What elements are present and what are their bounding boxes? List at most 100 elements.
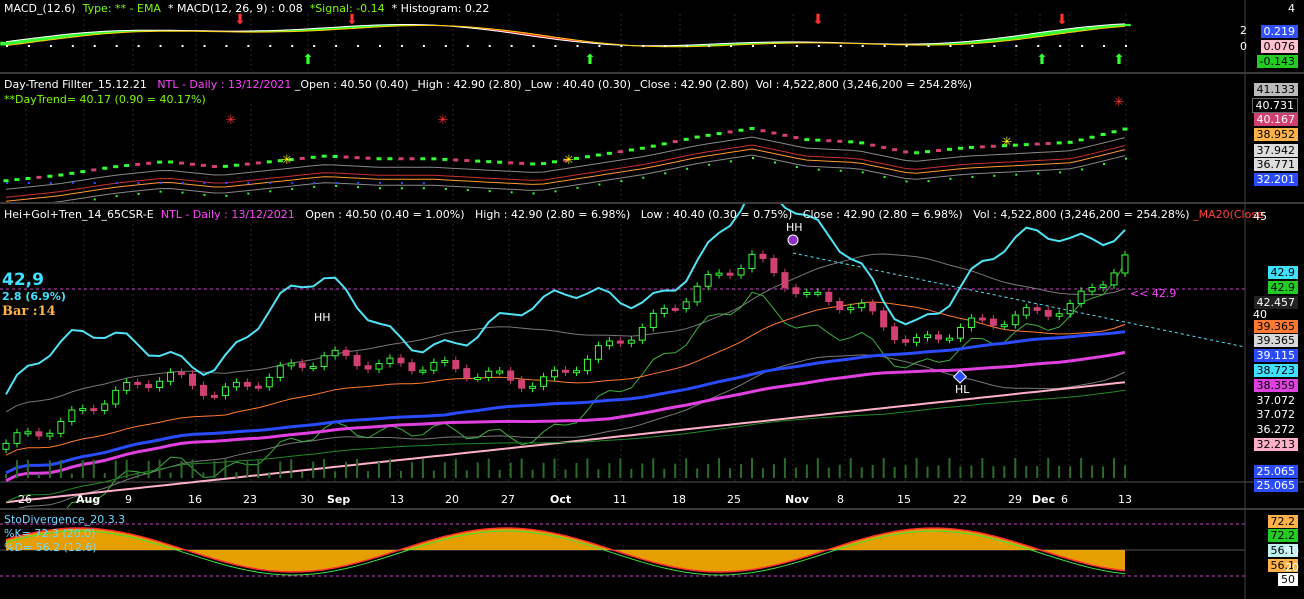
daytrend-candle [771,131,777,135]
date-tick: 30 [300,493,314,506]
zero-dot [664,45,667,47]
zero-dot [949,45,952,47]
candle [638,327,646,341]
daytrend-axis-38952: 38.952 [1253,128,1298,141]
daytrend-candle [1100,132,1106,136]
zero-dot [488,45,491,47]
volume-bar [1069,466,1072,478]
buy-arrow: ⬆ [1036,52,1048,68]
date-tick: Sep [327,493,351,506]
daytrend-candle [321,154,327,158]
candle [178,371,186,375]
daytrend-candle [782,133,788,137]
daytrend-stop-dot [664,172,667,175]
price-panel[interactable]: Hei+Gol+Tren_14_65CSR-E NTL - Daily : 13… [0,204,1304,510]
zero-dot [444,45,447,47]
volume-bar [26,460,29,478]
daytrend-candle [870,143,876,147]
daytrend-candle [848,140,854,144]
zero-dot [708,45,711,47]
candle [858,302,866,309]
volume-bar [882,458,885,478]
volume-bar [312,461,315,478]
candle [518,379,526,389]
daytrend-candle [738,128,744,132]
candle [298,362,306,368]
daytrend-stop-dot [576,186,579,189]
candle [924,334,932,339]
candle [210,394,218,398]
daytrend-candle [190,162,195,166]
daytrend-panel[interactable]: ✳ ✳ ✳ ✳ ✳ ✳ Day-Trend Fillter_15.12.21 NTL - … [0,74,1304,202]
volume-bar [367,471,370,478]
date-tick: 11 [613,493,627,506]
date-tick: 29 [1008,493,1022,506]
candle [726,272,734,276]
daytrend-stop-dot [313,185,316,188]
daytrend-candle [804,138,810,142]
candle [386,357,394,365]
sto-axis-50: 50 [1285,545,1299,558]
daytrend-low-dot [379,182,381,184]
candle [342,349,350,356]
sell-signal-icon: ✳ [438,113,449,128]
daytrend-stop-dot [861,171,864,174]
daytrend-candle [266,160,272,164]
sto-panel[interactable]: StoDivergence_20.3.3 %K= 72.3 (20.0) %D=… [0,510,1304,599]
daytrend-stop-dot [247,192,250,195]
volume-bar [663,468,666,478]
price-change: 2.8 (6.9%) [2,290,66,303]
volume-bar [235,472,238,478]
daytrend-stop-dot [269,190,272,193]
zero-dot [27,45,30,47]
zero-dot [686,45,689,47]
sell-signal-icon: ✳ [1114,95,1125,110]
candle [145,383,153,389]
candle [430,361,438,371]
date-tick: Dec [1032,493,1056,506]
daytrend-low-dot [400,182,403,184]
candle [945,337,953,341]
price-axis-37072b: 37.072 [1253,408,1298,421]
daytrend-stop-dot [927,180,930,183]
candle [507,370,515,381]
daytrend-candle [530,162,536,166]
price-close: Close : 42.90 (2.80 = 6.98%) [802,208,963,221]
daytrend-candle [617,150,623,154]
daytrend-candle [1089,135,1095,139]
candle [1055,313,1063,317]
price-header: Hei+Gol+Tren_14_65CSR-E NTL - Daily : 13… [4,208,1264,221]
daytrend-stop-dot [554,190,557,193]
candle [276,365,284,378]
candle [671,307,679,311]
zero-dot [752,45,754,47]
volume-bar [707,463,710,478]
daytrend-candle [36,175,42,179]
daytrend-candle [91,168,97,172]
date-tick: 18 [672,493,686,506]
candle [243,381,251,387]
hl-marker [952,369,968,384]
daytrend-candle [211,165,217,169]
candle [112,389,120,405]
macd-panel[interactable]: ⬇ ⬇ ⬇ ⬇ ⬆ ⬆ ⬆ ⬆ MACD_(12.6) Type: ** - EMA * MA… [0,0,1304,72]
candle [13,432,21,444]
daytrend-stop-dot [93,198,96,201]
daytrend-candle [1056,141,1062,145]
daytrend-candle [168,160,174,164]
candle [836,300,844,311]
date-tick: Aug [76,493,101,506]
date-tick: 13 [1118,493,1132,506]
daytrend-stop-dot [883,175,886,178]
macd-histogram: * Histogram: 0.22 [391,2,490,15]
zero-dot [971,45,974,47]
daytrend-candle [200,163,206,167]
daytrend-low-dot [291,182,294,184]
date-tick: 9 [125,493,132,506]
volume-bar [520,458,523,478]
price-title: Hei+Gol+Tren_14_65CSR-E [4,208,154,221]
last-price: 42,9 [2,270,44,290]
daytrend-stop-dot [795,166,798,169]
candle [397,357,405,364]
candle [825,291,833,302]
